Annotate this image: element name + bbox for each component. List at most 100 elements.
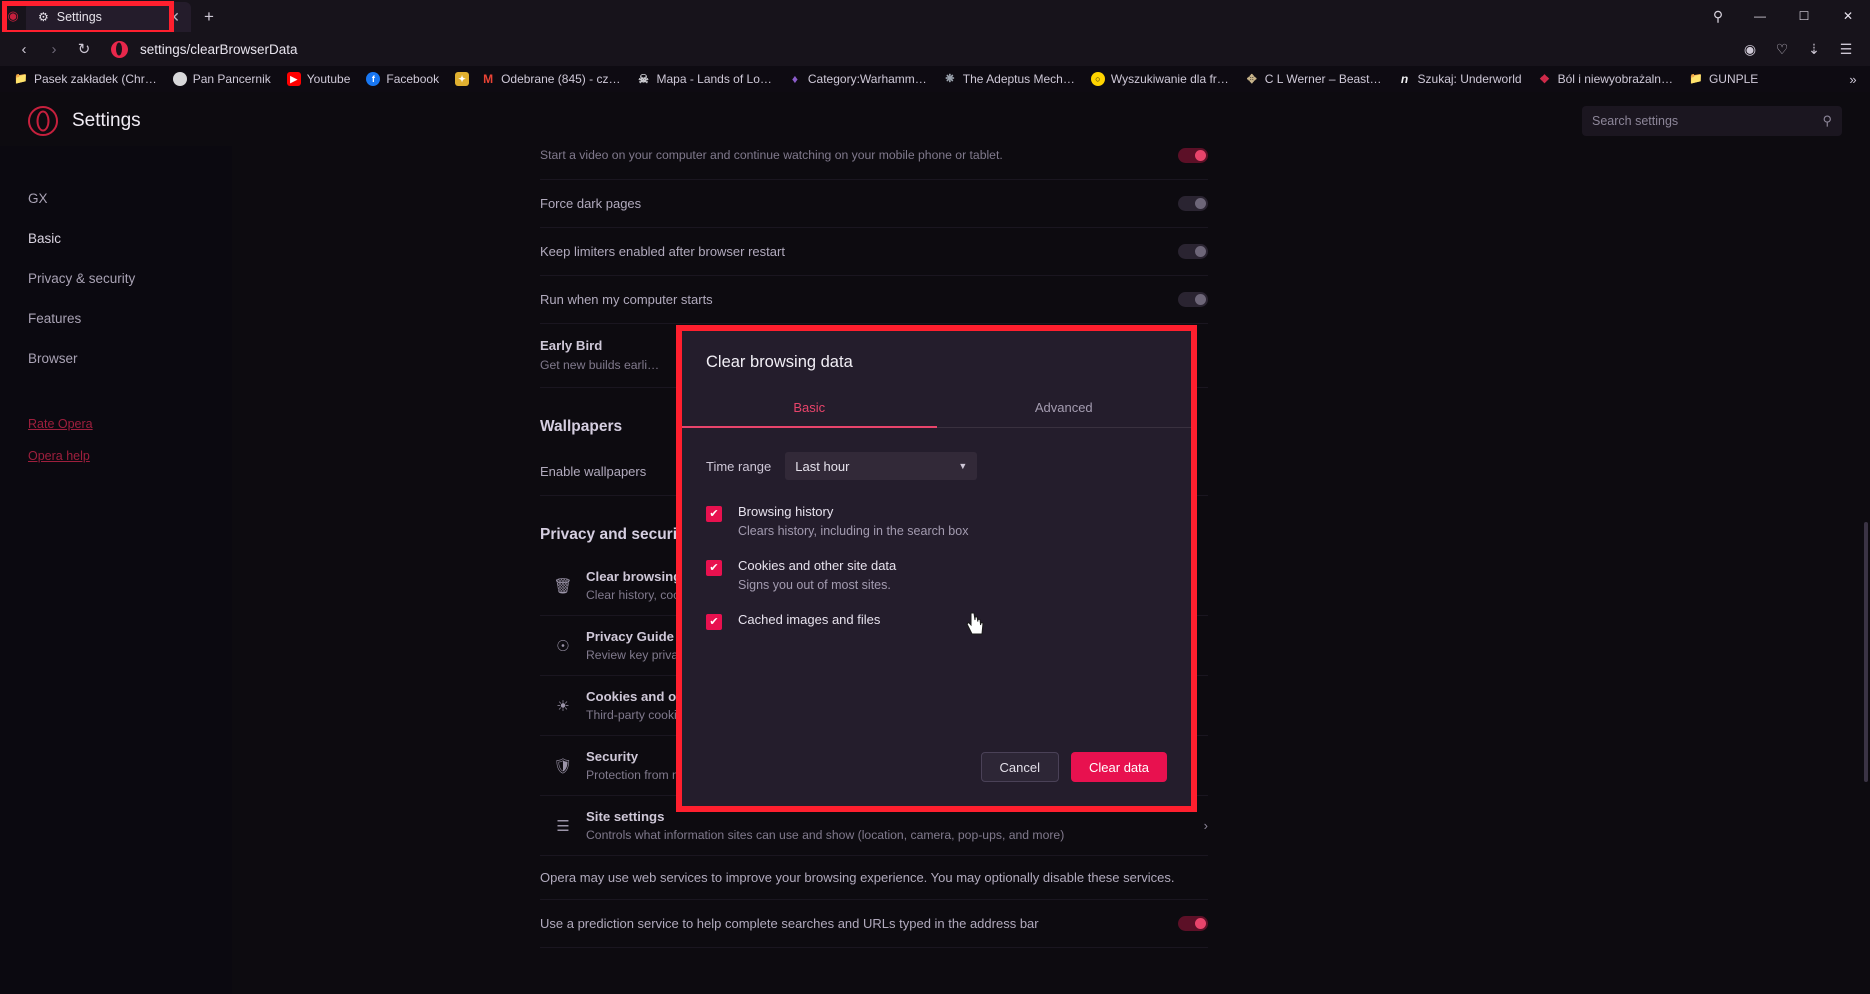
checkbox-text: Cached images and files bbox=[738, 612, 880, 632]
bookmark-label: Category:Warhamm… bbox=[807, 72, 927, 86]
bookmark-item[interactable]: 📁 GUNPLE bbox=[1681, 69, 1766, 89]
settings-sidebar: GX Basic Privacy & security Features Bro… bbox=[0, 146, 232, 994]
axe-icon: ✥ bbox=[1246, 72, 1257, 86]
sidebar-item-gx[interactable]: GX bbox=[0, 178, 232, 218]
window-close-button[interactable]: ✕ bbox=[1826, 0, 1870, 32]
bookmark-label: Facebook bbox=[386, 72, 440, 86]
chevron-right-icon: › bbox=[1203, 818, 1208, 834]
title-bar: ◉ ⚙ Settings ✕ + ⚲ — ☐ ✕ bbox=[0, 0, 1870, 32]
page-scrollbar[interactable] bbox=[1864, 522, 1868, 782]
maximize-button[interactable]: ☐ bbox=[1782, 0, 1826, 32]
search-settings-input[interactable]: Search settings ⚲ bbox=[1582, 106, 1842, 136]
setting-row-run-at-startup[interactable]: Run when my computer starts bbox=[540, 276, 1208, 324]
close-icon[interactable]: ✕ bbox=[163, 6, 185, 28]
bookmark-item[interactable]: ♦ Category:Warhamm… bbox=[780, 69, 935, 89]
toggle-run-at-startup[interactable] bbox=[1178, 292, 1208, 307]
address-bar-icons: ◉ ♡ ⇣ ☰ bbox=[1736, 35, 1860, 63]
settings-header: Settings Search settings ⚲ bbox=[0, 92, 1870, 150]
clear-data-button[interactable]: Clear data bbox=[1071, 752, 1167, 782]
checkbox-browsing-history[interactable]: ✔ bbox=[706, 506, 722, 522]
menu-icon[interactable]: ☰ bbox=[1832, 35, 1860, 63]
opera-help-link[interactable]: Opera help bbox=[0, 440, 232, 472]
tab-basic[interactable]: Basic bbox=[682, 390, 937, 427]
bookmark-item[interactable]: ☠ Mapa - Lands of Lo… bbox=[628, 69, 779, 89]
setting-row-prediction-service[interactable]: Use a prediction service to help complet… bbox=[540, 900, 1208, 949]
setting-label: Force dark pages bbox=[540, 196, 642, 211]
checkbox-text: Browsing history Clears history, includi… bbox=[738, 504, 968, 538]
setting-text: Force dark pages bbox=[540, 196, 1178, 211]
sidebar-item-browser[interactable]: Browser bbox=[0, 338, 232, 378]
checkbox-cached-images[interactable]: ✔ bbox=[706, 614, 722, 630]
toggle-prediction-service[interactable] bbox=[1178, 916, 1208, 932]
checkbox-row-browsing-history[interactable]: ✔ Browsing history Clears history, inclu… bbox=[706, 504, 1167, 538]
tab-advanced[interactable]: Advanced bbox=[937, 390, 1192, 427]
setting-text: Use a prediction service to help complet… bbox=[540, 916, 1178, 931]
bookmark-item[interactable]: M Odebrane (845) - cz… bbox=[473, 69, 628, 89]
setting-subtitle: Start a video on your computer and conti… bbox=[540, 148, 1003, 163]
dialog-title: Clear browsing data bbox=[706, 353, 853, 371]
setting-row-keep-limiters[interactable]: Keep limiters enabled after browser rest… bbox=[540, 228, 1208, 276]
checkbox-cookies[interactable]: ✔ bbox=[706, 560, 722, 576]
bookmark-item[interactable]: ▶ Youtube bbox=[279, 69, 359, 89]
bookmark-item[interactable]: ✥ C L Werner – Beast… bbox=[1237, 69, 1390, 89]
cookie-icon: ☀ bbox=[556, 697, 570, 715]
search-settings-placeholder: Search settings bbox=[1592, 114, 1679, 128]
setting-label: Keep limiters enabled after browser rest… bbox=[540, 244, 785, 259]
minimize-button[interactable]: — bbox=[1738, 0, 1782, 32]
download-icon[interactable]: ⇣ bbox=[1800, 35, 1828, 63]
time-range-select[interactable]: Last hour ▼ bbox=[785, 452, 978, 480]
checkbox-title: Cached images and files bbox=[738, 612, 881, 627]
heart-icon[interactable]: ♡ bbox=[1768, 35, 1796, 63]
gear-icon: ⚙ bbox=[38, 10, 49, 24]
setting-row-continue-video[interactable]: Start a video on your computer and conti… bbox=[540, 146, 1208, 180]
sidebar-item-privacy-security[interactable]: Privacy & security bbox=[0, 258, 232, 298]
address-bar: ‹ › ↻ settings/clearBrowserData ◉ ♡ ⇣ ☰ bbox=[0, 32, 1870, 66]
checkbox-subtitle: Clears history, including in the search … bbox=[738, 524, 969, 538]
sidebar-item-basic[interactable]: Basic bbox=[0, 218, 232, 258]
browser-tab-settings[interactable]: ⚙ Settings ✕ bbox=[26, 2, 191, 32]
clear-options-list: ✔ Browsing history Clears history, inclu… bbox=[706, 504, 1167, 632]
setting-label: Use a prediction service to help complet… bbox=[540, 916, 1039, 932]
bookmarks-overflow-button[interactable]: » bbox=[1842, 69, 1864, 89]
back-icon[interactable]: ‹ bbox=[10, 35, 38, 63]
page-title: Settings bbox=[72, 110, 141, 131]
toggle-keep-limiters[interactable] bbox=[1178, 244, 1208, 259]
url-bar[interactable]: settings/clearBrowserData bbox=[140, 42, 1734, 57]
bookmark-label: Mapa - Lands of Lo… bbox=[656, 72, 772, 86]
bookmark-label: Pan Pancernik bbox=[192, 72, 271, 86]
clear-browsing-data-dialog: Clear browsing data Basic Advanced Time … bbox=[682, 331, 1191, 806]
camera-icon[interactable]: ◉ bbox=[1736, 35, 1764, 63]
time-range-value: Last hour bbox=[795, 458, 850, 474]
bookmark-label: The Adeptus Mech… bbox=[962, 72, 1075, 86]
search-icon[interactable]: ⚲ bbox=[1822, 113, 1832, 129]
rate-opera-link[interactable]: Rate Opera bbox=[0, 408, 232, 440]
bookmark-item[interactable]: ❋ The Adeptus Mech… bbox=[935, 69, 1083, 89]
checkbox-row-cookies[interactable]: ✔ Cookies and other site data Signs you … bbox=[706, 558, 1167, 592]
bookmark-item[interactable]: 📁 Pasek zakładek (Chr… bbox=[6, 69, 165, 89]
new-tab-button[interactable]: + bbox=[195, 3, 223, 31]
search-icon[interactable]: ⚲ bbox=[1698, 0, 1738, 32]
bookmark-item[interactable]: n Szukaj: Underworld bbox=[1390, 69, 1530, 89]
cog-icon: ❋ bbox=[945, 72, 955, 85]
toggle-force-dark-pages[interactable] bbox=[1178, 196, 1208, 211]
youtube-icon: ▶ bbox=[286, 72, 301, 86]
bookmark-item[interactable]: Pan Pancernik bbox=[165, 69, 279, 89]
bookmark-item[interactable]: f Facebook bbox=[358, 69, 447, 89]
toggle-continue-video[interactable] bbox=[1178, 148, 1208, 163]
forward-icon[interactable]: › bbox=[40, 35, 68, 63]
ring-icon: ○ bbox=[1090, 72, 1105, 86]
checkbox-row-cached-images[interactable]: ✔ Cached images and files bbox=[706, 612, 1167, 632]
opera-gx-logo: ◉ bbox=[7, 8, 19, 23]
opera-logo-icon bbox=[28, 106, 58, 136]
setting-row-force-dark-pages[interactable]: Force dark pages bbox=[540, 180, 1208, 228]
bookmark-item[interactable]: ✦ bbox=[447, 69, 473, 89]
setting-subtitle: Controls what information sites can use … bbox=[586, 828, 1065, 843]
facebook-icon: f bbox=[366, 72, 381, 86]
shield-icon: 🛡 bbox=[553, 757, 573, 775]
reload-icon[interactable]: ↻ bbox=[70, 35, 98, 63]
bookmark-item[interactable]: ○ Wyszukiwanie dla fr… bbox=[1083, 69, 1237, 89]
sidebar-item-features[interactable]: Features bbox=[0, 298, 232, 338]
bookmark-label: Szukaj: Underworld bbox=[1417, 72, 1522, 86]
cancel-button[interactable]: Cancel bbox=[980, 752, 1060, 782]
bookmark-item[interactable]: ❖ Ból i niewyobrażaln… bbox=[1530, 69, 1681, 89]
